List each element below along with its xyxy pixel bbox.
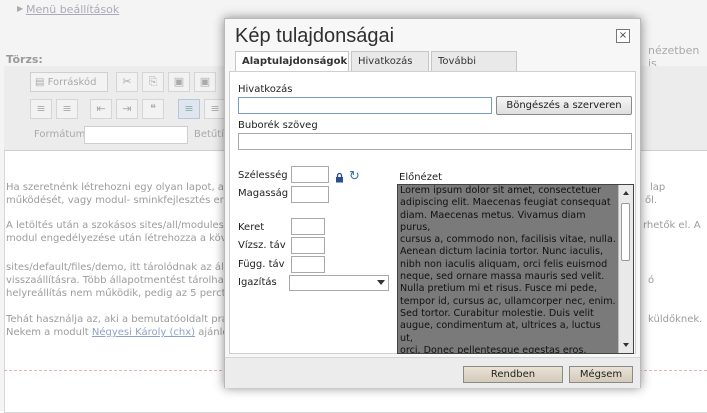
tab-basic[interactable]: Alaptulajdonságok xyxy=(235,51,349,72)
dialog-footer: Rendben Mégsem xyxy=(225,357,640,388)
paste-text-icon[interactable]: ▣ xyxy=(194,72,216,92)
body-line: sites/default/files/demo, itt tárolódnak… xyxy=(6,262,239,273)
blockquote-icon[interactable]: ❝ xyxy=(142,99,164,119)
hspace-input[interactable] xyxy=(291,237,325,254)
close-icon[interactable]: × xyxy=(616,29,630,43)
body-right-fragment: rhetők el. A xyxy=(643,220,701,231)
body-line-last: Nekem a modult Négyesi Károly (chx) aján… xyxy=(6,327,237,338)
menu-settings-link[interactable]: Menü beállítások xyxy=(26,3,119,16)
body-line: visszaállításra. Több állapotmentést tár… xyxy=(6,275,234,286)
copy-icon[interactable]: ⎘ xyxy=(142,72,164,92)
body-line: Ha szeretnénk létrehozni egy olyan lapot… xyxy=(6,182,234,193)
browse-server-button[interactable]: Böngészés a szerveren xyxy=(496,96,632,115)
tooltip-label: Buborék szöveg xyxy=(238,120,318,131)
vspace-input[interactable] xyxy=(291,256,325,273)
body-line: Tehát használja az, aki a bemutatóoldalt… xyxy=(6,314,228,325)
bullet-list-icon[interactable]: ≡ xyxy=(56,99,78,119)
border-input[interactable] xyxy=(291,218,325,235)
format-select[interactable] xyxy=(84,126,188,144)
preview-label: Előnézet xyxy=(399,172,443,183)
width-input[interactable] xyxy=(291,166,329,183)
chevron-down-icon xyxy=(377,280,385,285)
body-line: működését, vagy modul- sminkfejlesztés e… xyxy=(6,195,237,206)
body-line: A letöltés után a szokásos sites/all/mod… xyxy=(6,220,233,231)
width-label: Szélesség xyxy=(238,170,288,181)
align-center-icon[interactable]: ≡ xyxy=(204,99,226,119)
body-right-fragment: ó xyxy=(648,275,655,286)
body-right-fragment: ől. xyxy=(645,195,658,206)
outdent-icon[interactable]: ⇤ xyxy=(90,99,112,119)
author-link[interactable]: Négyesi Károly (chx) xyxy=(92,327,195,338)
preview-text: Lorem ipsum dolor sit amet, consectetuer… xyxy=(400,185,616,354)
numbered-list-icon[interactable]: ≡ xyxy=(30,99,52,119)
scroll-down-icon[interactable] xyxy=(623,343,629,347)
scroll-thumb[interactable] xyxy=(621,203,630,261)
align-left-icon[interactable]: ≡ xyxy=(178,99,200,119)
preview-scrollbar[interactable] xyxy=(618,185,633,353)
body-line: modul engedélyezése után létrehozza a kö… xyxy=(6,233,233,244)
tab-link[interactable]: Hivatkozás xyxy=(351,51,429,71)
vspace-label: Függ. táv xyxy=(238,259,285,270)
body-line: helyreállítás nem működik, pedig az 5 pe… xyxy=(6,288,235,299)
format-label: Formátum xyxy=(34,129,86,140)
indent-icon[interactable]: ⇥ xyxy=(116,99,138,119)
url-label: Hivatkozás xyxy=(238,84,293,95)
scroll-up-icon[interactable] xyxy=(623,191,629,195)
hspace-label: Vízsz. táv xyxy=(238,240,286,251)
body-right-fragment: küldőknek. xyxy=(648,314,703,325)
preview-box: Lorem ipsum dolor sit amet, consectetuer… xyxy=(397,184,634,354)
lock-ratio-icon[interactable] xyxy=(335,173,344,183)
source-button[interactable]: ▤ Forráskód xyxy=(30,72,108,92)
body-field-label: Törzs: xyxy=(6,53,43,66)
tooltip-input[interactable] xyxy=(238,133,632,150)
height-label: Magasság xyxy=(238,188,289,199)
reset-size-icon[interactable]: ↻ xyxy=(349,170,360,183)
body-right-fragment: lap xyxy=(650,182,666,193)
cut-icon[interactable]: ✂ xyxy=(116,72,138,92)
paste-icon[interactable]: ▣ xyxy=(168,72,190,92)
border-label: Keret xyxy=(238,222,265,233)
collapse-triangle-icon[interactable]: ▶ xyxy=(17,4,23,13)
tab-panel-basic: Hivatkozás Böngészés a szerveren Buborék… xyxy=(229,71,636,354)
url-input[interactable] xyxy=(238,97,492,114)
image-properties-dialog: Kép tulajdonságai × Alaptulajdonságok Hi… xyxy=(224,18,641,388)
align-label: Igazítás xyxy=(238,277,277,288)
dialog-title: Kép tulajdonságai xyxy=(235,25,395,47)
align-select[interactable] xyxy=(289,275,389,291)
height-input[interactable] xyxy=(291,186,329,203)
tab-advanced[interactable]: További opciók xyxy=(431,51,517,86)
cancel-button[interactable]: Mégsem xyxy=(569,366,633,383)
ok-button[interactable]: Rendben xyxy=(463,366,563,383)
